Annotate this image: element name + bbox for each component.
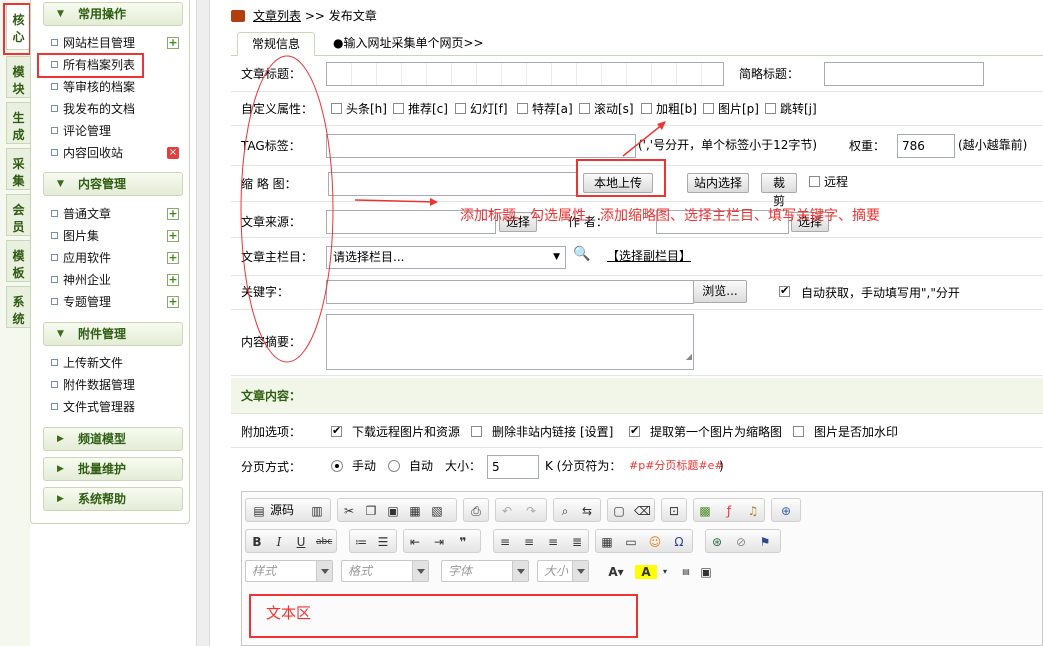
section-channel-label: 频道模型 bbox=[78, 432, 127, 446]
highlight-all-archives bbox=[37, 53, 144, 78]
vertical-module-tabs: 核心 模块 生成 采集 会员 模板 系统 bbox=[0, 0, 30, 646]
sidebar-item-pending-review[interactable]: 等审核的档案 bbox=[49, 78, 189, 96]
collapse-arrow-icon: ▼ bbox=[57, 9, 64, 19]
sidebar-item-software[interactable]: 应用软件 + bbox=[49, 249, 189, 267]
expand-arrow-icon: ▶ bbox=[57, 494, 64, 504]
bullet-icon bbox=[51, 83, 58, 90]
sidebar-item-label: 我发布的文档 bbox=[63, 102, 136, 116]
sidebar-item-label: 专题管理 bbox=[63, 295, 112, 309]
annotation-ellipse bbox=[240, 55, 334, 363]
sidebar-item-my-documents[interactable]: 我发布的文档 bbox=[49, 100, 189, 118]
section-help-label: 系统帮助 bbox=[78, 492, 127, 506]
sidebar-item-image-sets[interactable]: 图片集 + bbox=[49, 227, 189, 245]
section-common-ops-label: 常用操作 bbox=[78, 7, 127, 21]
vtab-generate-label: 生成 bbox=[12, 111, 25, 142]
add-icon[interactable]: + bbox=[167, 252, 179, 264]
sidebar-item-label: 文件式管理器 bbox=[63, 400, 136, 414]
frame-splitter[interactable] bbox=[196, 0, 210, 646]
vtab-system[interactable]: 系统 bbox=[6, 286, 30, 328]
bullet-icon bbox=[51, 105, 58, 112]
sidebar-item-label: 应用软件 bbox=[63, 251, 112, 265]
bullet-icon bbox=[51, 149, 58, 156]
collapse-arrow-icon: ▼ bbox=[57, 329, 64, 339]
bullet-icon bbox=[51, 276, 58, 283]
expand-arrow-icon: ▶ bbox=[57, 464, 64, 474]
bullet-icon bbox=[51, 210, 58, 217]
vtab-template[interactable]: 模板 bbox=[6, 240, 30, 282]
section-attachments[interactable]: ▼ 附件管理 bbox=[43, 322, 183, 346]
collapse-arrow-icon: ▼ bbox=[57, 179, 64, 189]
sidebar-item-enterprise[interactable]: 神州企业 + bbox=[49, 271, 189, 289]
section-common-ops[interactable]: ▼ 常用操作 bbox=[43, 2, 183, 26]
expand-arrow-icon: ▶ bbox=[57, 434, 64, 444]
section-content-mgmt-label: 内容管理 bbox=[78, 177, 127, 191]
annotation-text: 添加标题、勾选属性、添加缩略图、选择主栏目、填写关键字、摘要 bbox=[460, 208, 880, 224]
vtab-collect-label: 采集 bbox=[12, 157, 25, 188]
sidebar-item-topics[interactable]: 专题管理 + bbox=[49, 293, 189, 311]
sidebar-item-articles[interactable]: 普通文章 + bbox=[49, 205, 189, 223]
vtab-system-label: 系统 bbox=[12, 295, 25, 326]
annotation-overlay bbox=[240, 55, 666, 363]
bullet-icon bbox=[51, 254, 58, 261]
sidebar-item-label: 网站栏目管理 bbox=[63, 36, 136, 50]
bullet-icon bbox=[51, 381, 58, 388]
section-batch-label: 批量维护 bbox=[78, 462, 127, 476]
annotation-arrow-thumb bbox=[354, 199, 437, 203]
add-icon[interactable]: + bbox=[167, 274, 179, 286]
sidebar-item-file-manager[interactable]: 文件式管理器 bbox=[49, 398, 189, 416]
sidebar-item-label: 内容回收站 bbox=[63, 146, 124, 160]
sidebar-item-label: 普通文章 bbox=[63, 207, 112, 221]
sidebar: ▼ 常用操作 网站栏目管理 + 所有档案列表 等审核的档案 我发布的文档 评论管理 … bbox=[30, 0, 190, 524]
add-icon[interactable]: + bbox=[167, 296, 179, 308]
vtab-member[interactable]: 会员 bbox=[6, 194, 30, 236]
vtab-module[interactable]: 模块 bbox=[6, 56, 30, 98]
sidebar-item-label: 附件数据管理 bbox=[63, 378, 136, 392]
sidebar-item-recycle-bin[interactable]: 内容回收站 × bbox=[49, 144, 189, 162]
sidebar-item-label: 评论管理 bbox=[63, 124, 112, 138]
sidebar-item-upload[interactable]: 上传新文件 bbox=[49, 354, 189, 372]
add-icon[interactable]: + bbox=[167, 230, 179, 242]
upload-button-highlight bbox=[576, 159, 666, 197]
bullet-icon bbox=[51, 403, 58, 410]
sidebar-item-label: 等审核的档案 bbox=[63, 80, 136, 94]
sidebar-item-site-columns[interactable]: 网站栏目管理 + bbox=[49, 34, 189, 52]
vtab-module-label: 模块 bbox=[12, 65, 25, 96]
vtab-template-label: 模板 bbox=[12, 249, 25, 280]
sidebar-item-label: 上传新文件 bbox=[63, 356, 124, 370]
sidebar-item-comments[interactable]: 评论管理 bbox=[49, 122, 189, 140]
add-icon[interactable]: + bbox=[167, 208, 179, 220]
add-icon[interactable]: + bbox=[167, 37, 179, 49]
section-content-mgmt[interactable]: ▼ 内容管理 bbox=[43, 172, 183, 196]
sidebar-item-attach-data[interactable]: 附件数据管理 bbox=[49, 376, 189, 394]
dedecms-admin-window: 核心 模块 生成 采集 会员 模板 系统 ▼ 常用操作 网站栏目管理 + 所有档案列… bbox=[0, 0, 1043, 646]
clear-icon[interactable]: × bbox=[167, 147, 179, 159]
annotation-arrow-bold bbox=[622, 123, 664, 157]
section-help[interactable]: ▶ 系统帮助 bbox=[43, 487, 183, 511]
vtab-generate[interactable]: 生成 bbox=[6, 102, 30, 144]
sidebar-item-label: 神州企业 bbox=[63, 273, 112, 287]
vtab-collect[interactable]: 采集 bbox=[6, 148, 30, 190]
section-attachments-label: 附件管理 bbox=[78, 327, 127, 341]
bullet-icon bbox=[51, 359, 58, 366]
section-channel-models[interactable]: ▶ 频道模型 bbox=[43, 427, 183, 451]
bullet-icon bbox=[51, 39, 58, 46]
annotation-arrowhead-thumb bbox=[430, 198, 438, 206]
section-batch[interactable]: ▶ 批量维护 bbox=[43, 457, 183, 481]
main-panel: 文章列表 >> 发布文章 常规信息 ●输入网址采集单个网页>> 文章标题： 简略… bbox=[231, 0, 1043, 646]
highlight-core-tab bbox=[3, 3, 31, 55]
bullet-icon bbox=[51, 232, 58, 239]
vtab-member-label: 会员 bbox=[12, 203, 25, 234]
bullet-icon bbox=[51, 298, 58, 305]
sidebar-item-label: 图片集 bbox=[63, 229, 100, 243]
bullet-icon bbox=[51, 127, 58, 134]
